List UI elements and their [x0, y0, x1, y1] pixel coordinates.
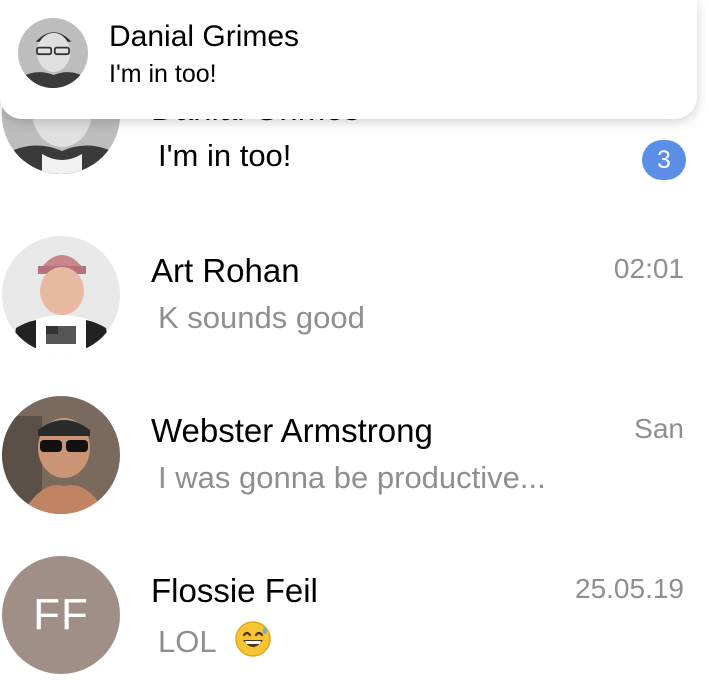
chat-name: Art Rohan: [151, 252, 300, 289]
avatar: [2, 396, 120, 514]
chat-preview: I was gonna be productive...: [158, 460, 546, 495]
avatar: [2, 236, 120, 354]
chat-preview: LOL: [158, 620, 272, 666]
message-notification-banner[interactable]: Danial Grimes I'm in too!: [0, 0, 697, 119]
chat-preview: I'm in too!: [158, 138, 292, 173]
person-photo-beanie-avatar: [2, 236, 120, 354]
notification-sender: Danial Grimes: [109, 20, 300, 53]
chat-row-webster-armstrong[interactable]: Webster Armstrong San I was gonna be pro…: [0, 396, 709, 556]
initials-avatar: FF: [2, 556, 120, 674]
person-photo-sunglasses-avatar: [2, 396, 120, 514]
grinning-sweat-emoji: [234, 620, 272, 666]
unread-badge: 3: [642, 140, 686, 180]
chat-time: 02:01: [613, 253, 684, 284]
chat-preview: K sounds good: [158, 300, 365, 335]
chat-time: 25.05.19: [575, 573, 684, 604]
chat-time: San: [634, 413, 684, 444]
notification-message: I'm in too!: [109, 60, 217, 88]
chat-preview-text: LOL: [158, 624, 216, 659]
chat-row-art-rohan[interactable]: Art Rohan 02:01 K sounds good: [0, 236, 709, 396]
chat-row-flossie-feil[interactable]: FF Flossie Feil 25.05.19 LOL: [0, 556, 709, 684]
chat-screen: Danial Grimes I'm in too! 3 Art Roh: [0, 0, 709, 684]
chat-name: Webster Armstrong: [151, 412, 433, 449]
chat-name: Flossie Feil: [151, 572, 318, 609]
person-photo-glasses-avatar: [18, 18, 88, 88]
notification-avatar: [18, 18, 88, 88]
